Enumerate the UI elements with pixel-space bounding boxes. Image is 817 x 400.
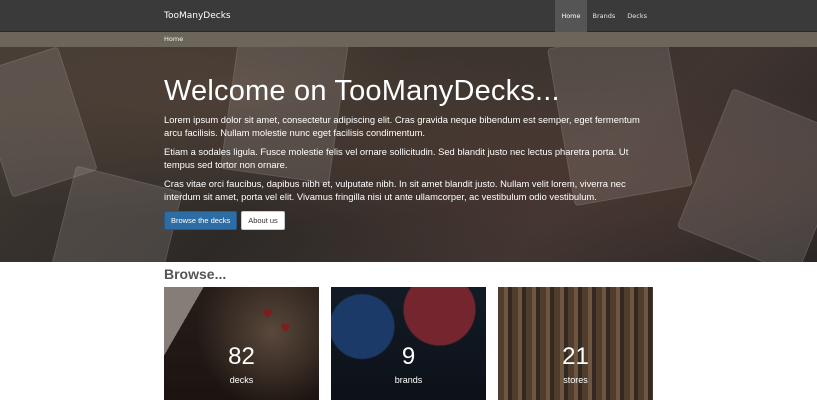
stores-count: 21 <box>562 343 589 370</box>
hero-paragraph-3: Cras vitae orci faucibus, dapibus nibh e… <box>164 178 626 202</box>
main-nav: Home Brands Decks <box>555 0 653 32</box>
top-navbar: TooManyDecks Home Brands Decks <box>0 0 817 32</box>
stores-label: stores <box>563 375 588 385</box>
decks-count: 82 <box>228 343 255 370</box>
browse-heading: Browse... <box>164 266 227 282</box>
brands-count: 9 <box>401 343 416 370</box>
brand-link[interactable]: TooManyDecks <box>164 0 231 32</box>
breadcrumb-home[interactable]: Home <box>164 32 183 47</box>
hero-paragraph-1: Lorem ipsum dolor sit amet, consectetur … <box>164 114 640 138</box>
hero-buttons: Browse the decks About us <box>164 211 653 230</box>
nav-decks[interactable]: Decks <box>621 0 653 32</box>
brands-label: brands <box>394 375 423 385</box>
nav-brands[interactable]: Brands <box>587 0 622 32</box>
brands-tile[interactable]: 9 brands <box>331 287 486 400</box>
stores-tile[interactable]: 21 stores <box>498 287 653 400</box>
hero-paragraph-2: Etiam a sodales ligula. Fusce molestie f… <box>164 146 629 170</box>
nav-home[interactable]: Home <box>555 0 587 32</box>
about-us-button[interactable]: About us <box>241 211 285 230</box>
breadcrumb: Home <box>0 32 817 47</box>
browse-decks-button[interactable]: Browse the decks <box>164 211 238 230</box>
decks-tile[interactable]: ♥ ♥ 82 decks <box>164 287 319 400</box>
hero-content: Welcome on TooManyDecks... Lorem ipsum d… <box>164 73 653 230</box>
browse-tiles: ♥ ♥ 82 decks 9 brands 21 stores <box>164 287 653 400</box>
decks-label: decks <box>229 375 254 385</box>
hero-title: Welcome on TooManyDecks... <box>164 75 560 107</box>
hero-banner: Welcome on TooManyDecks... Lorem ipsum d… <box>0 47 817 262</box>
